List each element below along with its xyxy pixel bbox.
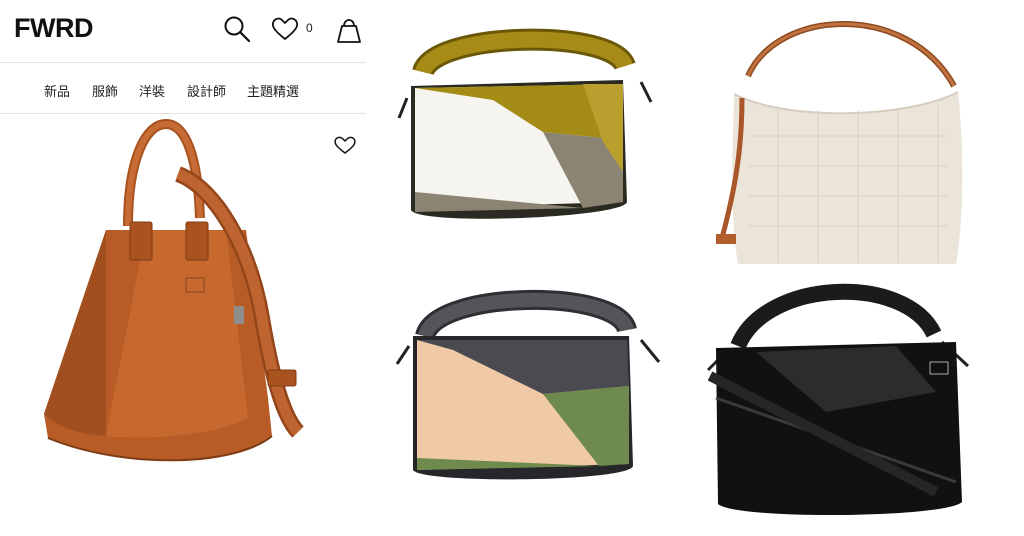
product-image-puzzle-mini-olive[interactable]: [393, 22, 653, 230]
search-icon[interactable]: [222, 14, 252, 44]
store-logo[interactable]: FWRD: [14, 13, 93, 44]
nav-item-new[interactable]: 新品: [44, 81, 70, 100]
product-image-cubi-bag[interactable]: [708, 6, 978, 274]
nav-item-dresses[interactable]: 洋裝: [139, 81, 165, 100]
shopping-bag-icon[interactable]: [334, 14, 364, 44]
heart-icon[interactable]: [270, 14, 300, 44]
product-image-hammock-bag[interactable]: [36, 118, 306, 478]
wishlist-count: 0: [306, 21, 313, 35]
nav-item-designers[interactable]: 設計師: [187, 81, 226, 100]
add-to-wishlist-icon[interactable]: [333, 134, 357, 156]
category-nav: 新品 服飾 洋裝 設計師 主題精選: [0, 63, 366, 114]
nav-item-featured[interactable]: 主題精選: [247, 81, 299, 100]
nav-item-clothing[interactable]: 服飾: [92, 81, 118, 100]
store-header: FWRD 0: [0, 0, 366, 63]
product-image-puzzle-mini-peach[interactable]: [393, 288, 665, 488]
product-image-puzzle-bag-black[interactable]: [696, 282, 976, 520]
store-panel: FWRD 0 新品 服飾 洋裝 設計師 主題精選: [0, 0, 366, 536]
